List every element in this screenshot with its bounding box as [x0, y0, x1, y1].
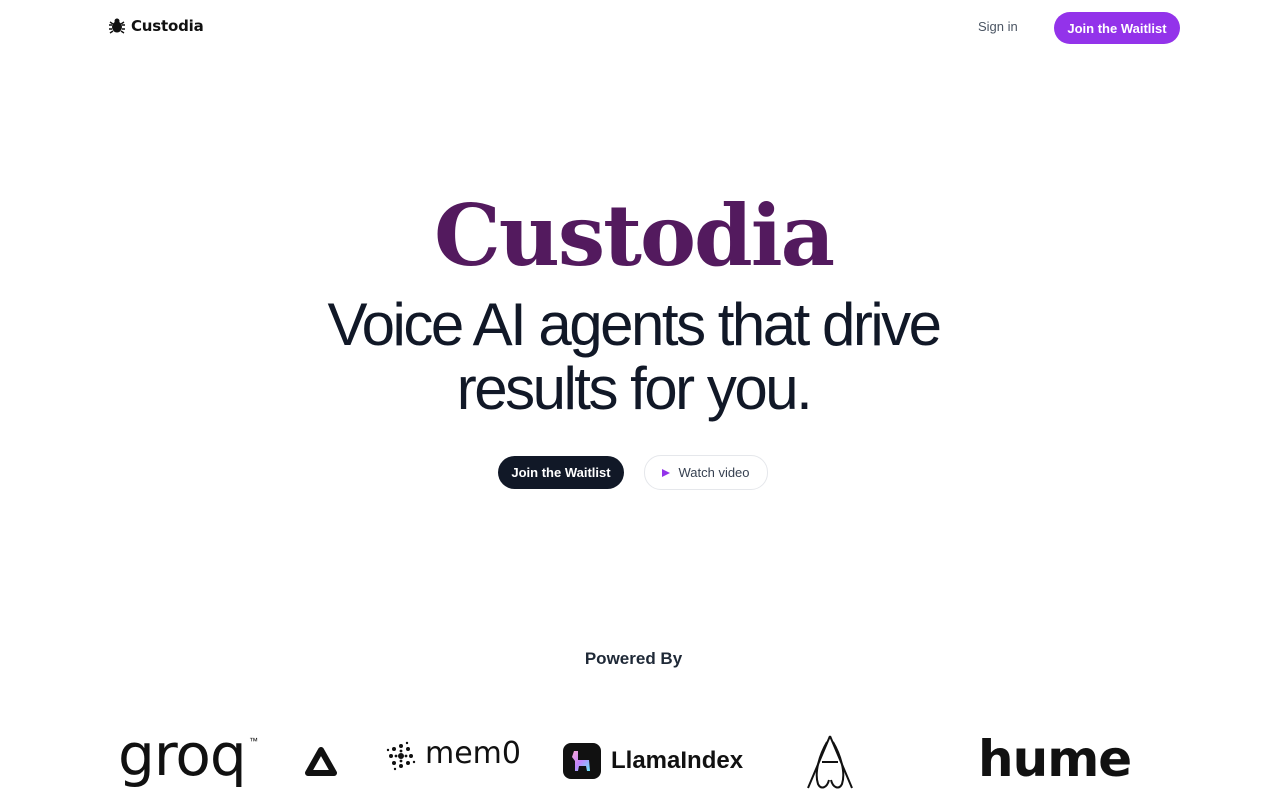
hero-subtitle: Voice AI agents that drive results for y… [0, 293, 1267, 421]
top-nav: Custodia Sign in Join the Waitlist [0, 0, 1267, 56]
hero-subtitle-line-1: Voice AI agents that drive [327, 291, 942, 358]
watch-video-label: Watch video [678, 465, 750, 480]
llama-icon [563, 743, 601, 779]
nav-join-waitlist-button[interactable]: Join the Waitlist [1054, 12, 1180, 44]
hero-subtitle-line-2: results for you. [456, 355, 813, 422]
mem0-wordmark: mem0 [425, 736, 521, 771]
mem0-logo: mem0 [385, 736, 525, 774]
sign-in-link[interactable]: Sign in [978, 19, 1018, 34]
hume-logo: hume [978, 728, 1148, 790]
hume-wordmark: hume [978, 730, 1132, 788]
hero-title: Custodia [433, 186, 835, 285]
brand-name: Custodia [131, 17, 204, 35]
watch-video-button[interactable]: Watch video [644, 455, 768, 490]
groq-trademark: ™ [249, 736, 258, 746]
llamaindex-wordmark: LlamaIndex [611, 747, 744, 774]
groq-logo: groq ™ [118, 724, 263, 790]
paperclip-a-logo [807, 735, 853, 789]
knot-triangle-logo [305, 747, 337, 776]
hero-join-waitlist-button[interactable]: Join the Waitlist [498, 456, 624, 489]
brand-logo[interactable]: Custodia [107, 16, 204, 36]
bug-icon [109, 18, 125, 34]
mem0-dots-icon [386, 741, 416, 771]
play-icon [662, 468, 671, 477]
groq-wordmark: groq [118, 721, 247, 789]
llamaindex-logo: LlamaIndex [563, 743, 763, 779]
powered-by-heading: Powered By [584, 649, 683, 668]
